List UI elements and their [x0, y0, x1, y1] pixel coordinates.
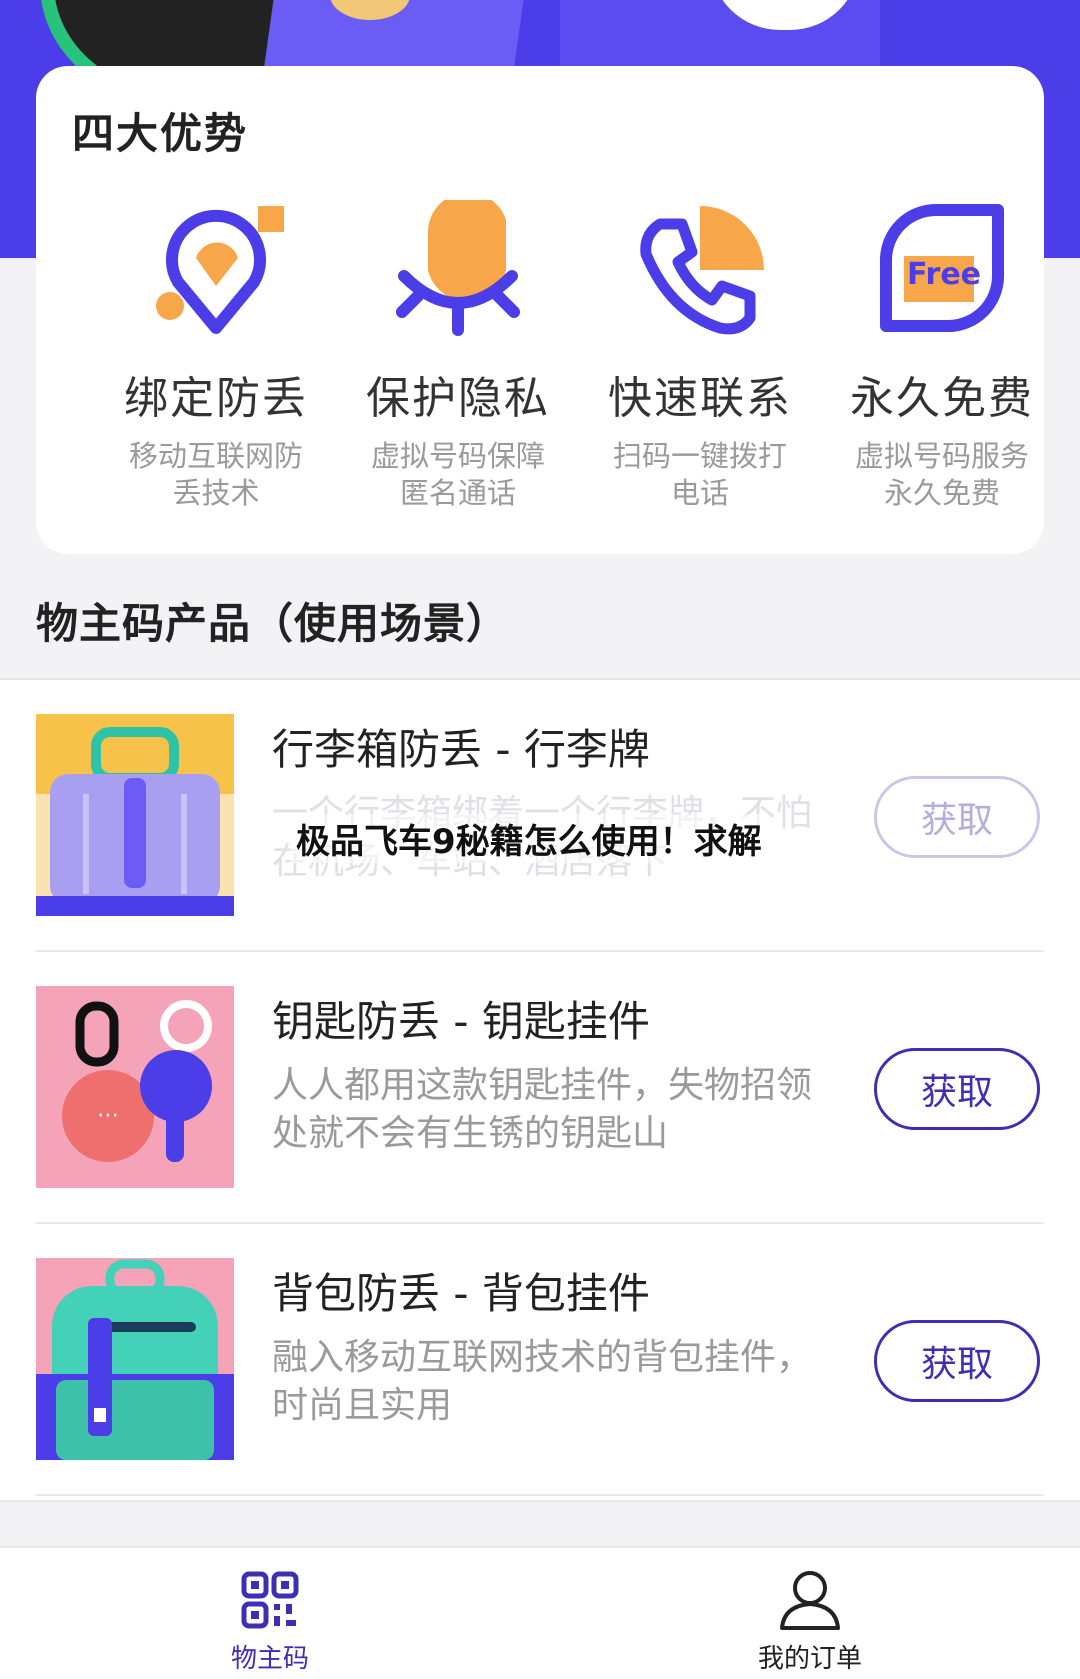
list-item[interactable]: 背包防丢 - 背包挂件 融入移动互联网技术的背包挂件，时尚且实用 获取 [0, 1224, 1080, 1496]
closed-eye-icon [396, 200, 520, 336]
bottom-tab-bar: 物主码 我的订单 [0, 1546, 1080, 1679]
advantage-item: 保护隐私 虚拟号码保障匿名通话 [338, 200, 578, 512]
advantage-desc: 虚拟号码保障匿名通话 [370, 439, 545, 510]
product-title: 钥匙防丢 - 钥匙挂件 [272, 997, 650, 1046]
tab-owner-code[interactable]: 物主码 [170, 1568, 370, 1675]
product-desc: 融入移动互联网技术的背包挂件，时尚且实用 [272, 1337, 813, 1426]
tab-label: 我的订单 [757, 1644, 862, 1674]
divider [36, 1494, 1044, 1496]
advantage-desc: 移动互联网防丢技术 [128, 439, 303, 510]
advantage-item: 快速联系 扫码一键拨打电话 [580, 200, 820, 512]
free-badge-icon: Free [880, 204, 1004, 332]
get-button[interactable]: 获取 [874, 1320, 1040, 1402]
advantage-name: 保护隐私 [366, 373, 550, 424]
tab-label: 物主码 [230, 1644, 309, 1674]
section-title: 物主码产品（使用场景） [36, 599, 510, 648]
advantage-name: 快速联系 [608, 373, 792, 424]
key-tag-image: ⋯ [36, 986, 234, 1188]
product-title: 行李箱防丢 - 行李牌 [272, 725, 650, 774]
product-list: 行李箱防丢 - 行李牌 一个行李箱绑着一个行李牌，不怕在机场、车站、酒店落下 获… [0, 678, 1080, 1502]
advantage-name: 绑定防丢 [124, 373, 308, 424]
luggage-tag-image [36, 714, 234, 916]
product-title: 背包防丢 - 背包挂件 [272, 1269, 650, 1318]
free-badge-text: Free [907, 257, 981, 292]
get-button[interactable]: 获取 [874, 776, 1040, 858]
svg-text:⋯: ⋯ [97, 1103, 119, 1128]
user-icon [780, 1571, 840, 1630]
list-item[interactable]: ⋯ 钥匙防丢 - 钥匙挂件 人人都用这款钥匙挂件，失物招领处就不会有生锈的钥匙山… [0, 952, 1080, 1224]
advantage-desc: 扫码一键拨打电话 [612, 439, 787, 510]
advantage-desc: 虚拟号码服务永久免费 [854, 439, 1029, 510]
location-pin-icon [156, 206, 284, 334]
overlay-caption: 极品飞车9秘籍怎么使用！求解 [290, 814, 768, 863]
backpack-tag-image [36, 1258, 234, 1460]
tab-my-orders[interactable]: 我的订单 [710, 1568, 910, 1675]
qr-code-icon [241, 1571, 299, 1629]
get-button[interactable]: 获取 [874, 1048, 1040, 1130]
product-desc: 人人都用这款钥匙挂件，失物招领处就不会有生锈的钥匙山 [272, 1065, 813, 1154]
advantages-title: 四大优势 [72, 109, 249, 158]
phone-icon [640, 206, 764, 335]
advantage-name: 永久免费 [850, 373, 1034, 424]
advantage-item: Free 永久免费 虚拟号码服务永久免费 [822, 200, 1062, 512]
advantage-item: 绑定防丢 移动互联网防丢技术 [96, 200, 336, 512]
advantages-card: 四大优势 绑定防丢 移动互联网防丢技术 保护隐私 虚拟号码保障匿名通话 快速联系… [36, 66, 1044, 554]
